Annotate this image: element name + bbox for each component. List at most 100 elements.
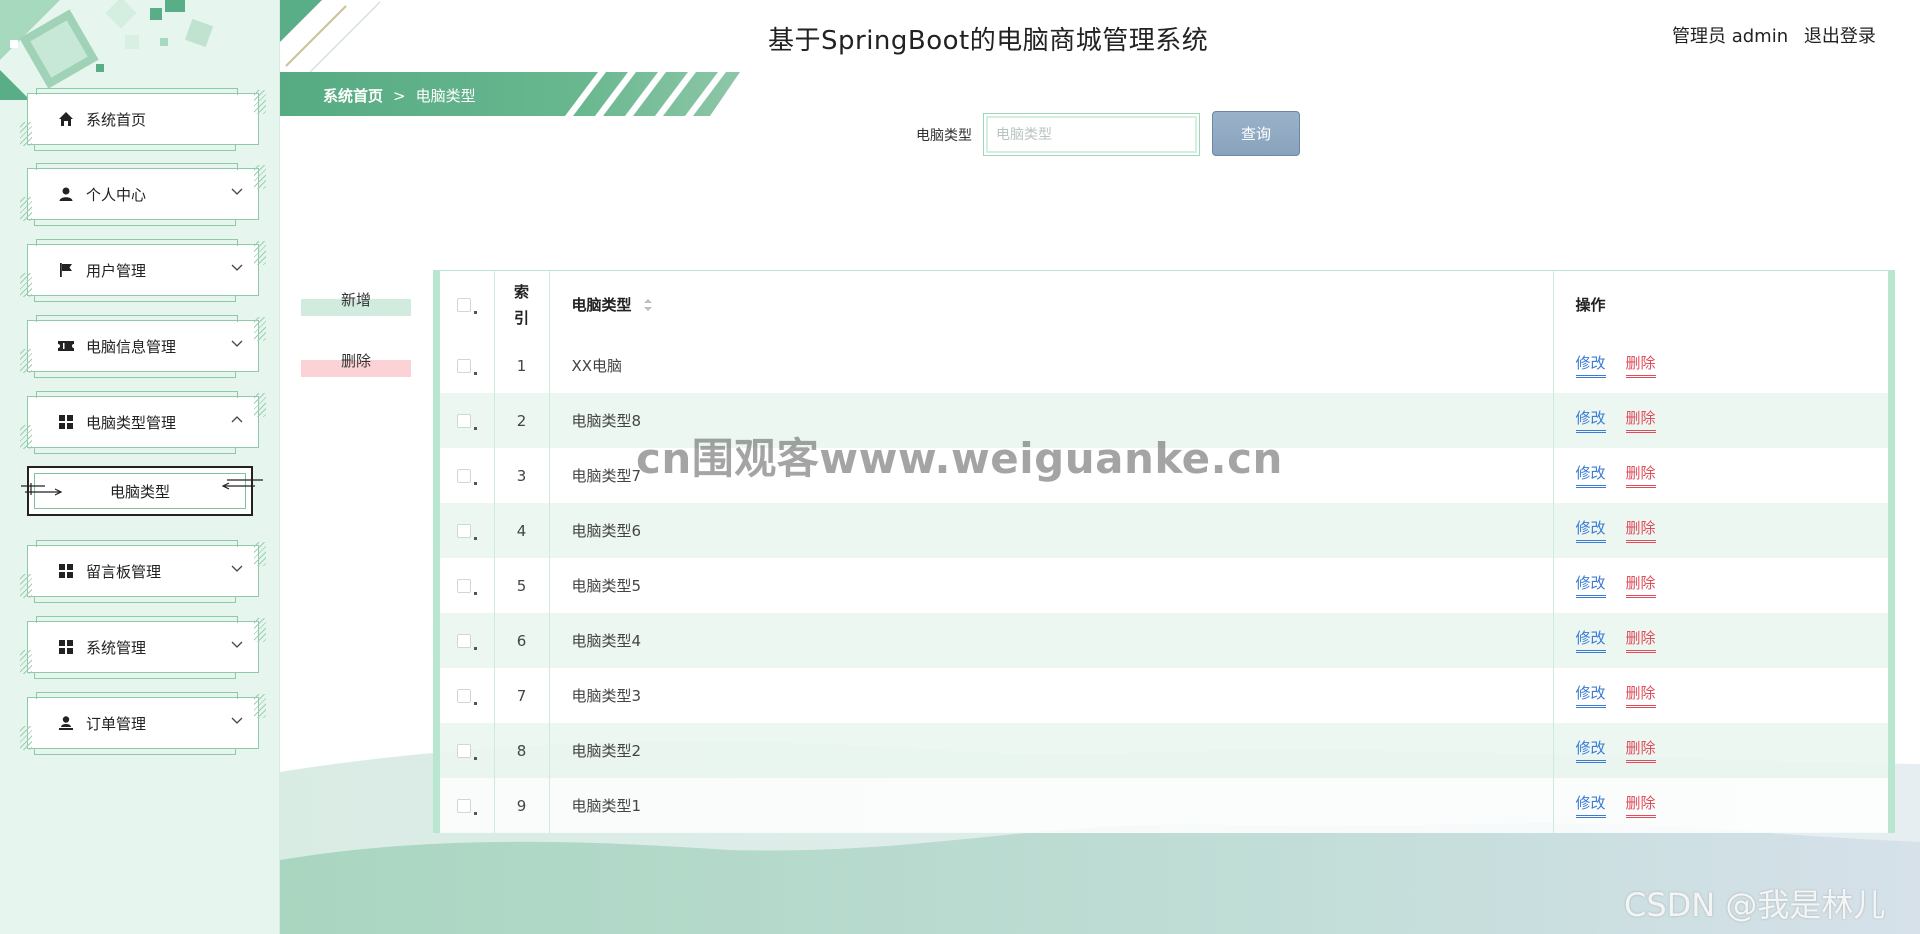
sidebar-item-message-board[interactable]: 留言板管理 bbox=[20, 540, 266, 603]
delete-link[interactable]: 删除 bbox=[1625, 629, 1656, 653]
row-select-cell bbox=[440, 503, 495, 558]
hatch-decoration bbox=[254, 393, 266, 417]
sidebar-item-order-management[interactable]: 订单管理 bbox=[20, 692, 266, 755]
header-computer-type[interactable]: 电脑类型 bbox=[549, 271, 1554, 338]
hatch-decoration bbox=[20, 425, 32, 449]
edit-link[interactable]: 修改 bbox=[1575, 354, 1606, 378]
add-button[interactable]: 新增 bbox=[301, 282, 411, 316]
delete-link[interactable]: 删除 bbox=[1625, 354, 1656, 378]
hatch-decoration bbox=[20, 197, 32, 221]
edit-link[interactable]: 修改 bbox=[1575, 794, 1606, 818]
truncation-dot bbox=[473, 371, 477, 375]
row-checkbox[interactable] bbox=[456, 469, 471, 483]
row-operations: 修改 删除 bbox=[1553, 613, 1888, 668]
delete-link[interactable]: 删除 bbox=[1625, 464, 1656, 488]
hatch-decoration bbox=[254, 542, 266, 566]
chevron-down-icon bbox=[231, 565, 243, 572]
row-checkbox[interactable] bbox=[456, 689, 471, 703]
delete-link[interactable]: 删除 bbox=[1625, 574, 1656, 598]
ticket-icon bbox=[56, 337, 76, 355]
table-row: 2 电脑类型8 修改 删除 bbox=[440, 393, 1888, 448]
edit-link[interactable]: 修改 bbox=[1575, 684, 1606, 708]
edit-link[interactable]: 修改 bbox=[1575, 574, 1606, 598]
batch-delete-button[interactable]: 删除 bbox=[301, 343, 411, 377]
hatch-decoration bbox=[254, 165, 266, 189]
row-operations: 修改 删除 bbox=[1553, 393, 1888, 448]
table-row: 8 电脑类型2 修改 删除 bbox=[440, 723, 1888, 778]
hatch-decoration bbox=[20, 273, 32, 297]
row-select-cell bbox=[440, 558, 495, 613]
hatch-decoration bbox=[254, 241, 266, 265]
edit-link[interactable]: 修改 bbox=[1575, 409, 1606, 433]
edit-link[interactable]: 修改 bbox=[1575, 519, 1606, 543]
row-checkbox[interactable] bbox=[456, 414, 471, 428]
delete-link[interactable]: 删除 bbox=[1625, 409, 1656, 433]
row-operations: 修改 删除 bbox=[1553, 503, 1888, 558]
breadcrumb-current: 电脑类型 bbox=[415, 87, 476, 105]
sort-icon[interactable] bbox=[643, 298, 653, 312]
row-select-cell bbox=[440, 613, 495, 668]
hatch-decoration bbox=[20, 650, 32, 674]
row-index: 4 bbox=[494, 503, 550, 558]
sidebar: 系统首页 个人中心 用户管理 电脑信息管理 电脑类型管理 电脑类型 留言板管理 … bbox=[0, 0, 280, 934]
sidebar-item-computer-type-management[interactable]: 电脑类型管理 bbox=[20, 391, 266, 454]
header-index: 索引 bbox=[494, 271, 550, 338]
logout-link[interactable]: 退出登录 bbox=[1804, 26, 1876, 47]
edit-link[interactable]: 修改 bbox=[1575, 464, 1606, 488]
hatch-decoration bbox=[254, 618, 266, 642]
breadcrumb-home-link[interactable]: 系统首页 bbox=[323, 87, 383, 105]
user-icon bbox=[56, 185, 76, 203]
truncation-dot bbox=[473, 701, 477, 705]
search-input[interactable] bbox=[983, 113, 1200, 156]
hatch-decoration bbox=[20, 122, 32, 146]
delete-link[interactable]: 删除 bbox=[1625, 684, 1656, 708]
flag-icon bbox=[56, 261, 76, 279]
sidebar-subitem-computer-type[interactable]: 电脑类型 bbox=[21, 466, 263, 516]
chevron-down-icon bbox=[231, 264, 243, 271]
admin-username: 管理员 admin bbox=[1672, 26, 1789, 47]
delete-link[interactable]: 删除 bbox=[1625, 739, 1656, 763]
chevron-down-icon bbox=[231, 717, 243, 724]
edit-link[interactable]: 修改 bbox=[1575, 629, 1606, 653]
row-computer-type: 电脑类型2 bbox=[549, 723, 1554, 778]
row-checkbox[interactable] bbox=[456, 799, 471, 813]
truncation-dot bbox=[473, 310, 477, 314]
row-select-cell bbox=[440, 668, 495, 723]
row-checkbox[interactable] bbox=[456, 579, 471, 593]
hatch-decoration bbox=[254, 694, 266, 718]
person-icon bbox=[56, 714, 76, 732]
grid-icon bbox=[56, 638, 76, 656]
select-all-checkbox[interactable] bbox=[456, 298, 471, 312]
delete-link[interactable]: 删除 bbox=[1625, 519, 1656, 543]
row-checkbox[interactable] bbox=[456, 359, 471, 373]
delete-button-label: 删除 bbox=[340, 352, 371, 370]
row-operations: 修改 删除 bbox=[1553, 778, 1888, 833]
row-computer-type: 电脑类型3 bbox=[549, 668, 1554, 723]
truncation-dot bbox=[473, 481, 477, 485]
sidebar-item-personal-center[interactable]: 个人中心 bbox=[20, 163, 266, 226]
edit-link[interactable]: 修改 bbox=[1575, 739, 1606, 763]
header-type-label: 电脑类型 bbox=[571, 296, 632, 314]
delete-link[interactable]: 删除 bbox=[1625, 794, 1656, 818]
breadcrumb-separator: > bbox=[393, 87, 406, 105]
header-select-all[interactable] bbox=[440, 271, 495, 338]
search-button[interactable]: 查询 bbox=[1212, 111, 1300, 156]
row-index: 2 bbox=[494, 393, 550, 448]
sidebar-item-user-management[interactable]: 用户管理 bbox=[20, 239, 266, 302]
sidebar-item-computer-info[interactable]: 电脑信息管理 bbox=[20, 315, 266, 378]
hatch-decoration bbox=[254, 317, 266, 341]
row-checkbox[interactable] bbox=[456, 634, 471, 648]
sidebar-item-home[interactable]: 系统首页 bbox=[20, 88, 266, 151]
row-operations: 修改 删除 bbox=[1553, 558, 1888, 613]
search-label: 电脑类型 bbox=[916, 128, 972, 144]
table-row: 9 电脑类型1 修改 删除 bbox=[440, 778, 1888, 833]
sidebar-item-label: 系统首页 bbox=[86, 110, 147, 129]
row-computer-type: 电脑类型7 bbox=[549, 448, 1554, 503]
truncation-dot bbox=[473, 811, 477, 815]
sidebar-subitem-label: 电脑类型 bbox=[109, 482, 170, 501]
sidebar-item-system-management[interactable]: 系统管理 bbox=[20, 616, 266, 679]
hatch-decoration bbox=[254, 90, 266, 114]
row-checkbox[interactable] bbox=[456, 744, 471, 758]
row-checkbox[interactable] bbox=[456, 524, 471, 538]
row-select-cell bbox=[440, 338, 495, 393]
